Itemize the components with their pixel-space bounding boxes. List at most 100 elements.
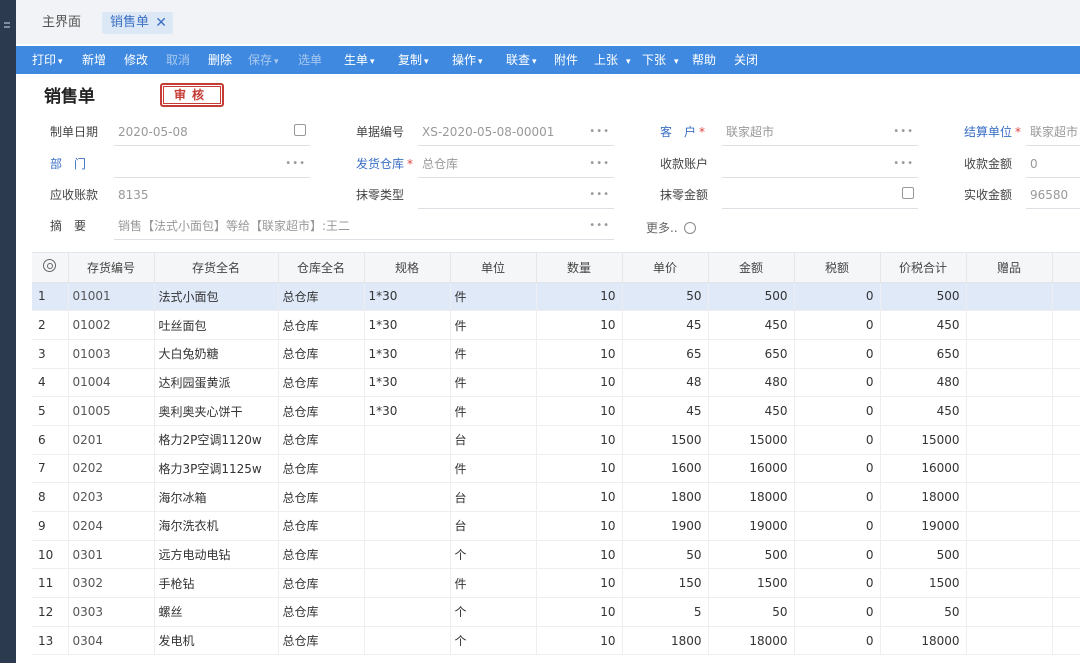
close-button[interactable]: 关闭: [734, 46, 758, 74]
table-cell[interactable]: 0: [794, 368, 881, 398]
table-cell[interactable]: [364, 511, 451, 541]
table-cell[interactable]: 01003: [68, 339, 155, 369]
table-cell[interactable]: 总仓库: [278, 568, 365, 599]
calculator-icon[interactable]: [902, 187, 914, 199]
table-cell[interactable]: 1: [32, 282, 69, 312]
table-cell[interactable]: 1800: [622, 482, 709, 512]
table-row[interactable]: 3 01003 大白兔奶糖 总仓库 1*30 件 10 65 650 0 650: [32, 339, 1080, 369]
table-cell[interactable]: 5: [32, 396, 69, 426]
table-cell[interactable]: 50: [880, 597, 967, 627]
table-cell[interactable]: 0302: [68, 568, 155, 599]
table-cell[interactable]: 10: [536, 310, 623, 340]
table-cell[interactable]: 0201: [68, 425, 155, 455]
table-cell[interactable]: 1*30: [364, 282, 451, 312]
bill-no-field[interactable]: XS-2020-05-08-00001 •••: [418, 118, 614, 146]
table-cell[interactable]: 海尔冰箱: [154, 482, 279, 512]
table-cell[interactable]: 0203: [68, 482, 155, 512]
table-cell[interactable]: 650: [708, 339, 795, 369]
table-cell[interactable]: 件: [450, 454, 537, 484]
gear-icon[interactable]: [43, 259, 57, 273]
table-cell[interactable]: 150: [622, 568, 709, 599]
round-type-field[interactable]: •••: [418, 181, 614, 209]
table-row[interactable]: 11 0302 手枪钻 总仓库件 10 150 1500 0 1500: [32, 568, 1080, 599]
table-cell[interactable]: 法式小面包: [154, 282, 279, 312]
table-cell[interactable]: 0: [794, 568, 881, 599]
table-row[interactable]: 1 01001 法式小面包 总仓库 1*30 件 10 50 500 0 500: [32, 282, 1080, 312]
table-cell[interactable]: 450: [708, 396, 795, 426]
table-cell[interactable]: 19000: [708, 511, 795, 541]
table-cell[interactable]: 大白兔奶糖: [154, 339, 279, 369]
table-cell[interactable]: 15000: [708, 425, 795, 455]
table-cell[interactable]: 0: [794, 626, 881, 656]
table-cell[interactable]: [364, 482, 451, 512]
table-cell[interactable]: 总仓库: [278, 425, 365, 455]
table-cell[interactable]: 海尔洗衣机: [154, 511, 279, 541]
table-cell[interactable]: 10: [536, 597, 623, 627]
table-row[interactable]: 9 0204 海尔洗衣机 总仓库台 10 1900 19000 0 19000: [32, 511, 1080, 541]
table-cell[interactable]: 8: [32, 482, 69, 512]
cancel-button[interactable]: 取消: [166, 46, 190, 74]
table-cell[interactable]: [966, 425, 1053, 455]
table-cell[interactable]: 7: [32, 454, 69, 484]
table-cell[interactable]: 50: [622, 282, 709, 312]
more-icon[interactable]: •••: [589, 118, 610, 145]
table-cell[interactable]: 0: [794, 282, 881, 312]
generate-button[interactable]: 生单 ▾: [344, 46, 375, 74]
received-amount-field[interactable]: 0: [1026, 150, 1080, 178]
table-cell[interactable]: 1*30: [364, 396, 451, 426]
table-row[interactable]: 2 01002 吐丝面包 总仓库 1*30 件 10 45 450 0 450: [32, 310, 1080, 340]
department-field[interactable]: •••: [114, 150, 310, 178]
table-cell[interactable]: 45: [622, 310, 709, 340]
new-button[interactable]: 新增: [82, 46, 106, 74]
table-cell[interactable]: [364, 540, 451, 570]
table-cell[interactable]: 个: [450, 540, 537, 570]
round-amount-field[interactable]: [722, 181, 918, 209]
table-cell[interactable]: 件: [450, 396, 537, 426]
table-cell[interactable]: [966, 482, 1053, 512]
table-cell[interactable]: 10: [536, 339, 623, 369]
table-cell[interactable]: 总仓库: [278, 282, 365, 312]
table-cell[interactable]: 10: [536, 425, 623, 455]
memo-field[interactable]: 销售【法式小面包】等给【联家超市】:王二 •••: [114, 212, 614, 240]
table-cell[interactable]: 个: [450, 626, 537, 656]
table-cell[interactable]: 19000: [880, 511, 967, 541]
table-cell[interactable]: 0: [794, 310, 881, 340]
table-cell[interactable]: 总仓库: [278, 454, 365, 484]
table-cell[interactable]: 0: [794, 454, 881, 484]
table-cell[interactable]: 18000: [708, 626, 795, 656]
table-cell[interactable]: 450: [880, 396, 967, 426]
table-cell[interactable]: [966, 368, 1053, 398]
next-button[interactable]: 下张 ▾: [642, 46, 679, 74]
table-cell[interactable]: 件: [450, 568, 537, 599]
table-cell[interactable]: 奥利奥夹心饼干: [154, 396, 279, 426]
table-cell[interactable]: 480: [880, 368, 967, 398]
table-cell[interactable]: 10: [536, 282, 623, 312]
table-cell[interactable]: 总仓库: [278, 482, 365, 512]
table-cell[interactable]: [364, 454, 451, 484]
table-row[interactable]: 6 0201 格力2P空调1120w 总仓库台 10 1500 15000 0 15000: [32, 425, 1080, 455]
account-field[interactable]: •••: [722, 150, 918, 178]
table-cell[interactable]: 500: [880, 282, 967, 312]
table-cell[interactable]: 650: [880, 339, 967, 369]
table-cell[interactable]: 1500: [708, 568, 795, 599]
actual-amount-field[interactable]: 96580: [1026, 181, 1080, 209]
column-header[interactable]: 存货全名: [154, 253, 279, 283]
table-cell[interactable]: 5: [622, 597, 709, 627]
table-cell[interactable]: [966, 396, 1053, 426]
table-cell[interactable]: 1*30: [364, 368, 451, 398]
column-header[interactable]: 金额: [708, 253, 795, 283]
table-cell[interactable]: 16000: [880, 454, 967, 484]
table-cell[interactable]: 01001: [68, 282, 155, 312]
table-cell[interactable]: 01002: [68, 310, 155, 340]
table-cell[interactable]: 1800: [622, 626, 709, 656]
table-cell[interactable]: 480: [708, 368, 795, 398]
table-cell[interactable]: 10: [536, 454, 623, 484]
tab-home[interactable]: 主界面: [34, 12, 89, 34]
table-cell[interactable]: [966, 597, 1053, 627]
table-cell[interactable]: 台: [450, 511, 537, 541]
table-cell[interactable]: 2: [32, 310, 69, 340]
table-cell[interactable]: [364, 597, 451, 627]
table-cell[interactable]: 1500: [880, 568, 967, 599]
table-cell[interactable]: 0: [794, 339, 881, 369]
table-cell[interactable]: 总仓库: [278, 540, 365, 570]
